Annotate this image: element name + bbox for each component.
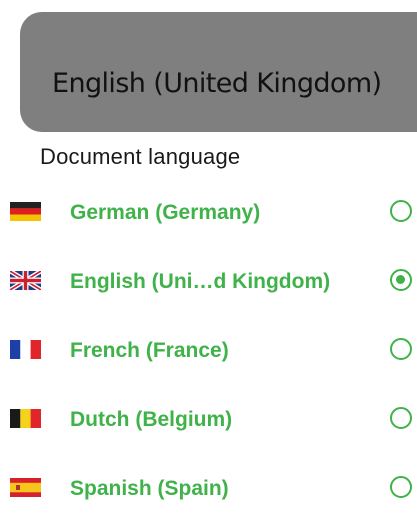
radio-button[interactable] — [390, 476, 412, 498]
radio-button[interactable] — [390, 200, 412, 222]
language-option-spanish[interactable]: Spanish (Spain) — [0, 454, 417, 523]
language-option-german[interactable]: German (Germany) — [0, 178, 417, 247]
language-label: Spanish (Spain) — [70, 477, 229, 500]
radio-button[interactable] — [390, 338, 412, 360]
language-label: French (France) — [70, 339, 229, 362]
language-label: English (Uni…d Kingdom) — [70, 270, 331, 293]
language-label: Dutch (Belgium) — [70, 408, 233, 431]
section-title: Document language — [40, 144, 241, 169]
language-label: German (Germany) — [70, 201, 261, 224]
uk-flag-icon — [10, 271, 41, 290]
radio-button[interactable] — [390, 407, 412, 429]
language-list: German (Germany) English (Uni…d Kingdom) — [0, 178, 417, 523]
language-option-dutch-belgium[interactable]: Dutch (Belgium) — [0, 385, 417, 454]
spain-flag-icon — [10, 478, 41, 497]
current-language-banner: English (United Kingdom) — [20, 12, 417, 132]
france-flag-icon — [10, 340, 41, 359]
germany-flag-icon — [10, 202, 41, 221]
language-option-english-uk[interactable]: English (Uni…d Kingdom) — [0, 247, 417, 316]
belgium-flag-icon — [10, 409, 41, 428]
radio-button-selected[interactable] — [390, 269, 412, 291]
current-language-text: English (United Kingdom) — [52, 68, 382, 99]
language-option-french[interactable]: French (France) — [0, 316, 417, 385]
